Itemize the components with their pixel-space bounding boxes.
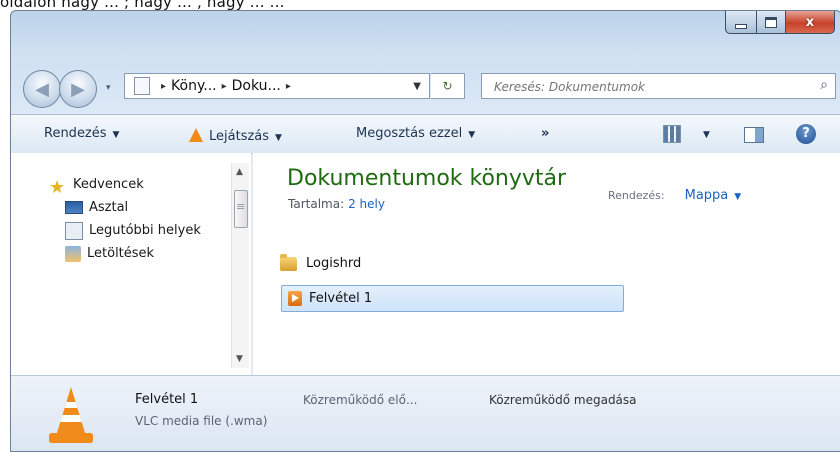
breadcrumb-documents[interactable]: Doku... bbox=[232, 78, 281, 94]
organize-button[interactable]: Rendezés ▼ bbox=[44, 126, 119, 141]
nav-item-desktop[interactable]: Asztal bbox=[51, 196, 201, 219]
vlc-cone-icon bbox=[49, 387, 93, 443]
breadcrumb-libraries[interactable]: Köny... bbox=[171, 78, 217, 94]
maximize-button[interactable] bbox=[757, 11, 786, 34]
file-name: Felvétel 1 bbox=[309, 291, 373, 306]
maximize-icon bbox=[765, 16, 777, 28]
share-label: Megosztás ezzel bbox=[356, 126, 463, 141]
vlc-cone-icon bbox=[189, 128, 203, 142]
desktop-icon bbox=[65, 201, 83, 214]
chevron-down-icon: ▼ bbox=[112, 130, 120, 140]
contents-link[interactable]: 2 hely bbox=[348, 197, 385, 211]
details-pane: Felvétel 1 VLC media file (.wma) Közremű… bbox=[11, 375, 840, 451]
nav-scrollbar[interactable]: ▲ ▼ bbox=[231, 163, 249, 368]
title-buttons: x bbox=[725, 11, 835, 35]
nav-list: ★ Kedvencek Asztal Legutóbbi helyek Letö… bbox=[49, 173, 201, 265]
forward-icon: ▶ bbox=[71, 78, 85, 100]
share-button[interactable]: Megosztás ezzel ▼ bbox=[356, 126, 475, 141]
page-icon bbox=[134, 77, 150, 95]
detail-contributor-value[interactable]: Közreműködő megadása bbox=[489, 393, 637, 407]
chevron-down-icon[interactable]: ▼ bbox=[734, 192, 741, 202]
refresh-icon: ↻ bbox=[442, 79, 453, 93]
play-label: Lejátszás bbox=[209, 129, 270, 144]
arrange-dropdown[interactable]: Mappa bbox=[685, 188, 729, 203]
search-icon[interactable]: ⌕ bbox=[820, 77, 828, 93]
back-icon: ◀ bbox=[35, 78, 49, 100]
arrange-label: Rendezés: bbox=[608, 189, 665, 202]
chevron-down-icon: ▼ bbox=[468, 130, 476, 140]
wma-file-icon bbox=[288, 291, 302, 306]
contents-label: Tartalma: bbox=[288, 197, 345, 211]
nav-item-recent-places[interactable]: Legutóbbi helyek bbox=[51, 219, 201, 242]
star-icon: ★ bbox=[49, 176, 66, 198]
nav-item-downloads[interactable]: Letöltések bbox=[51, 242, 201, 265]
refresh-button[interactable]: ↻ bbox=[431, 73, 465, 99]
search-input[interactable] bbox=[492, 75, 796, 99]
crumb-separator[interactable]: ▸ bbox=[222, 81, 227, 92]
nav-item-label: Kedvencek bbox=[73, 177, 144, 192]
detail-contributor-label: Közreműködő elő... bbox=[303, 393, 418, 407]
file-name: Logishrd bbox=[306, 256, 362, 271]
address-bar[interactable]: ▸ Köny... ▸ Doku... ▸ ▼ bbox=[124, 73, 430, 99]
list-item[interactable]: Logishrd bbox=[280, 250, 361, 277]
preview-pane-icon[interactable] bbox=[744, 127, 764, 143]
nav-item-label: Letöltések bbox=[87, 246, 155, 261]
view-grid-icon[interactable] bbox=[663, 125, 681, 143]
arrange-by: Rendezés: Mappa ▼ bbox=[608, 188, 741, 203]
folder-icon bbox=[280, 253, 297, 271]
scroll-down-icon[interactable]: ▼ bbox=[236, 354, 243, 364]
detail-file-name: Felvétel 1 bbox=[135, 392, 199, 407]
search-box[interactable]: ⌕ bbox=[481, 73, 836, 99]
nav-item-favorites[interactable]: ★ Kedvencek bbox=[49, 173, 201, 198]
recent-pages-dropdown[interactable]: ▾ bbox=[106, 83, 111, 93]
minimize-button[interactable] bbox=[725, 11, 757, 34]
navigation-pane: ★ Kedvencek Asztal Legutóbbi helyek Letö… bbox=[11, 153, 251, 375]
close-icon: x bbox=[805, 14, 815, 30]
downloads-icon bbox=[65, 245, 81, 262]
detail-file-type: VLC media file (.wma) bbox=[135, 414, 268, 428]
file-list-pane: Dokumentumok könyvtár Tartalma: 2 hely Re… bbox=[252, 153, 840, 375]
crumb-separator: ▸ bbox=[161, 80, 167, 92]
chevron-down-icon: ▼ bbox=[703, 130, 710, 140]
forward-button[interactable]: ▶ bbox=[59, 70, 97, 108]
address-dropdown-icon[interactable]: ▼ bbox=[405, 81, 429, 92]
list-item-selected[interactable]: Felvétel 1 bbox=[281, 285, 624, 312]
organize-label: Rendezés bbox=[44, 126, 107, 141]
library-contents: Tartalma: 2 hely bbox=[288, 197, 385, 211]
minimize-icon bbox=[735, 23, 747, 29]
explorer-window: x ◀ ▶ ▾ ▸ Köny... ▸ Doku... ▸ ▼ ↻ ⌕ Rend… bbox=[10, 10, 840, 452]
more-button[interactable]: » bbox=[541, 126, 549, 141]
close-button[interactable]: x bbox=[786, 11, 835, 34]
scroll-up-icon[interactable]: ▲ bbox=[236, 167, 243, 177]
nav-item-label: Legutóbbi helyek bbox=[89, 223, 201, 238]
play-button[interactable]: Lejátszás ▼ bbox=[189, 126, 282, 144]
scroll-thumb[interactable] bbox=[234, 190, 248, 228]
back-button[interactable]: ◀ bbox=[23, 70, 61, 108]
library-title: Dokumentumok könyvtár bbox=[287, 166, 567, 191]
crumb-separator[interactable]: ▸ bbox=[286, 81, 291, 92]
view-dropdown[interactable]: ▼ bbox=[697, 126, 710, 141]
recent-places-icon bbox=[65, 221, 83, 240]
command-bar: Rendezés ▼ Lejátszás ▼ Megosztás ezzel ▼ » … bbox=[11, 114, 840, 154]
nav-item-label: Asztal bbox=[89, 200, 129, 215]
back-forward-group: ◀ ▶ bbox=[23, 70, 117, 108]
help-icon[interactable]: ? bbox=[796, 124, 816, 144]
chevron-down-icon: ▼ bbox=[275, 133, 282, 143]
